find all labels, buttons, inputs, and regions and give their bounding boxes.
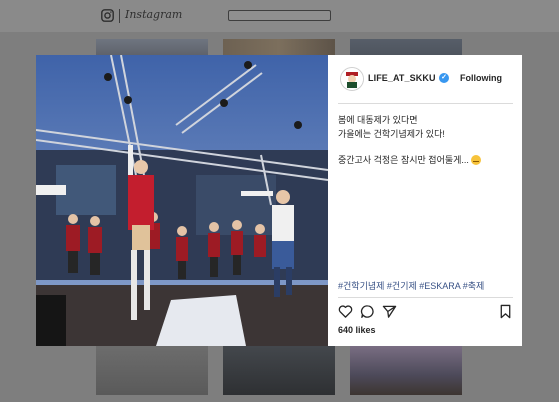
post-sidebar: LIFE_AT_SKKU ✓ Following 봄에 대동제가 있다면 가을에…: [328, 55, 522, 346]
feed-thumbnail[interactable]: [223, 345, 335, 395]
instagram-icon[interactable]: [101, 9, 114, 22]
instagram-header: Instagram: [0, 0, 559, 32]
following-button[interactable]: Following: [460, 73, 502, 83]
share-icon[interactable]: [382, 304, 397, 319]
account-avatar-icon: [341, 68, 363, 90]
feed-thumbnail[interactable]: [350, 345, 462, 395]
actions-divider: [338, 297, 513, 298]
feed-thumbnail[interactable]: [96, 345, 208, 395]
smiley-icon: [470, 155, 481, 165]
likes-count[interactable]: 640 likes: [338, 325, 376, 335]
comment-icon[interactable]: [360, 304, 375, 319]
heart-icon[interactable]: [338, 304, 353, 319]
caption-line: 중간고사 걱정은 잠시만 접어둘게...: [338, 155, 469, 165]
post-modal: LIFE_AT_SKKU ✓ Following 봄에 대동제가 있다면 가을에…: [36, 55, 522, 346]
logo-divider: [119, 9, 120, 23]
post-caption: 봄에 대동제가 있다면 가을에는 건학기념제가 있다! 중간고사 걱정은 잠시만…: [338, 113, 513, 167]
post-photo[interactable]: [36, 55, 328, 346]
search-input[interactable]: [228, 10, 331, 21]
account-username[interactable]: LIFE_AT_SKKU: [368, 73, 436, 83]
header-divider: [338, 103, 513, 104]
bookmark-icon[interactable]: [498, 304, 513, 319]
hashtags[interactable]: #건학기념제 #건기제 #ESKARA #축제: [338, 279, 484, 292]
instagram-wordmark[interactable]: Instagram: [125, 8, 182, 21]
post-actions: [338, 304, 513, 320]
caption-line: 가을에는 건학기념제가 있다!: [338, 129, 445, 139]
verified-badge-icon: ✓: [439, 73, 449, 83]
caption-line: 봄에 대동제가 있다면: [338, 115, 418, 125]
avatar[interactable]: [340, 67, 364, 91]
